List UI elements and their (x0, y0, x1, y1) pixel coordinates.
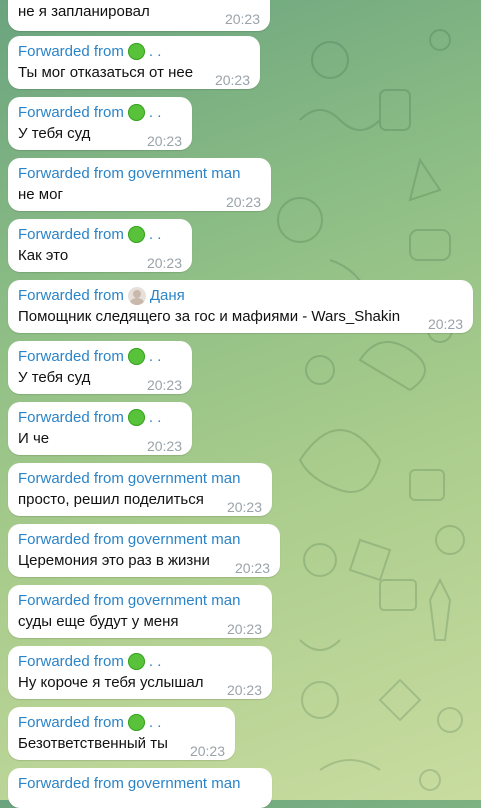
message-text: Помощник следящего за гос и мафиями - Wa… (18, 308, 401, 325)
forwarded-header[interactable]: Forwarded from . . (18, 347, 182, 366)
message-text: суды еще будут у меня (18, 613, 179, 630)
green-circle-icon (127, 104, 145, 121)
forwarded-header[interactable]: Forwarded from . . (18, 408, 182, 427)
forwarded-sender: government man (127, 165, 241, 182)
message-text: Как это (18, 247, 69, 264)
message-time: 20:23 (234, 560, 270, 576)
forwarded-label: Forwarded from (18, 287, 124, 304)
green-circle-icon (127, 348, 145, 365)
forwarded-header[interactable]: Forwarded from . . (18, 42, 250, 61)
message-bubble[interactable]: не я запланировал 20:23 (8, 0, 270, 31)
forwarded-header[interactable]: Forwarded from government man (18, 164, 261, 183)
message-time: 20:23 (226, 621, 262, 637)
message-time: 20:23 (226, 682, 262, 698)
forwarded-label: Forwarded from (18, 409, 124, 426)
forwarded-sender: government man (127, 592, 241, 609)
forwarded-header[interactable]: Forwarded from . . (18, 652, 262, 671)
message-time: 20:23 (146, 255, 182, 271)
forwarded-sender: . . (148, 226, 162, 243)
message-time: 20:23 (146, 377, 182, 393)
message-text: У тебя суд (18, 125, 91, 142)
message-time: 20:23 (224, 11, 260, 27)
message-text: просто, решил поделиться (18, 491, 204, 508)
message-bubble[interactable]: Forwarded from Даня Помощник следящего з… (8, 280, 473, 333)
message-text: Ты мог отказаться от нее (18, 64, 194, 81)
forwarded-header[interactable]: Forwarded from government man (18, 591, 262, 610)
forwarded-label: Forwarded from (18, 531, 124, 548)
message-text: не я запланировал (18, 3, 150, 20)
green-circle-icon (127, 226, 145, 243)
forwarded-header[interactable]: Forwarded from government man (18, 530, 270, 549)
forwarded-header[interactable]: Forwarded from . . (18, 713, 225, 732)
forwarded-header[interactable]: Forwarded from government man (18, 469, 262, 488)
forwarded-sender: Даня (149, 287, 185, 304)
forwarded-label: Forwarded from (18, 714, 124, 731)
forwarded-label: Forwarded from (18, 348, 124, 365)
message-bubble[interactable]: Forwarded from . . Как это 20:23 (8, 219, 192, 272)
forwarded-label: Forwarded from (18, 43, 124, 60)
message-time: 20:23 (189, 743, 225, 759)
forwarded-header[interactable]: Forwarded from . . (18, 225, 182, 244)
message-bubble[interactable]: Forwarded from government man суды еще б… (8, 585, 272, 638)
message-bubble[interactable]: Forwarded from government man Церемония … (8, 524, 280, 577)
forwarded-sender: government man (127, 531, 241, 548)
message-bubble[interactable]: Forwarded from . . У тебя суд 20:23 (8, 341, 192, 394)
message-bubble[interactable]: Forwarded from government man просто, ре… (8, 463, 272, 516)
green-circle-icon (127, 409, 145, 426)
message-bubble[interactable]: Forwarded from government man не мог 20:… (8, 158, 271, 211)
forwarded-sender: . . (148, 43, 162, 60)
forwarded-header[interactable]: Forwarded from Даня (18, 286, 463, 305)
message-text: Церемония это раз в жизни (18, 552, 210, 569)
message-text: не мог (18, 186, 63, 203)
green-circle-icon (127, 43, 145, 60)
forwarded-label: Forwarded from (18, 165, 124, 182)
message-text: И че (18, 430, 50, 447)
message-bubble[interactable]: Forwarded from . . Ты мог отказаться от … (8, 36, 260, 89)
green-circle-icon (127, 714, 145, 731)
chat-history[interactable]: не я запланировал 20:23 Forwarded from .… (0, 0, 481, 808)
message-time: 20:23 (225, 194, 261, 210)
forwarded-header[interactable]: Forwarded from government man (18, 774, 262, 793)
avatar-icon (127, 286, 146, 305)
forwarded-sender: . . (148, 714, 162, 731)
forwarded-sender: government man (127, 775, 241, 792)
message-text: У тебя суд (18, 369, 91, 386)
forwarded-sender: government man (127, 470, 241, 487)
message-time: 20:23 (214, 72, 250, 88)
forwarded-sender: . . (148, 653, 162, 670)
message-bubble[interactable]: Forwarded from . . У тебя суд 20:23 (8, 97, 192, 150)
forwarded-sender: . . (148, 104, 162, 121)
forwarded-sender: . . (148, 348, 162, 365)
forwarded-label: Forwarded from (18, 226, 124, 243)
message-text: Ну короче я тебя услышал (18, 674, 204, 691)
message-text: Безответственный ты (18, 735, 168, 752)
message-bubble[interactable]: Forwarded from . . Ну короче я тебя услы… (8, 646, 272, 699)
forwarded-label: Forwarded from (18, 653, 124, 670)
forwarded-label: Forwarded from (18, 470, 124, 487)
message-time: 20:23 (427, 316, 463, 332)
message-bubble[interactable]: Forwarded from . . И че 20:23 (8, 402, 192, 455)
message-time: 20:23 (226, 499, 262, 515)
forwarded-header[interactable]: Forwarded from . . (18, 103, 182, 122)
forwarded-label: Forwarded from (18, 104, 124, 121)
green-circle-icon (127, 653, 145, 670)
forwarded-sender: . . (148, 409, 162, 426)
message-bubble[interactable]: Forwarded from government man (8, 768, 272, 808)
forwarded-label: Forwarded from (18, 592, 124, 609)
forwarded-label: Forwarded from (18, 775, 124, 792)
message-time: 20:23 (146, 438, 182, 454)
message-time: 20:23 (146, 133, 182, 149)
message-bubble[interactable]: Forwarded from . . Безответственный ты 2… (8, 707, 235, 760)
